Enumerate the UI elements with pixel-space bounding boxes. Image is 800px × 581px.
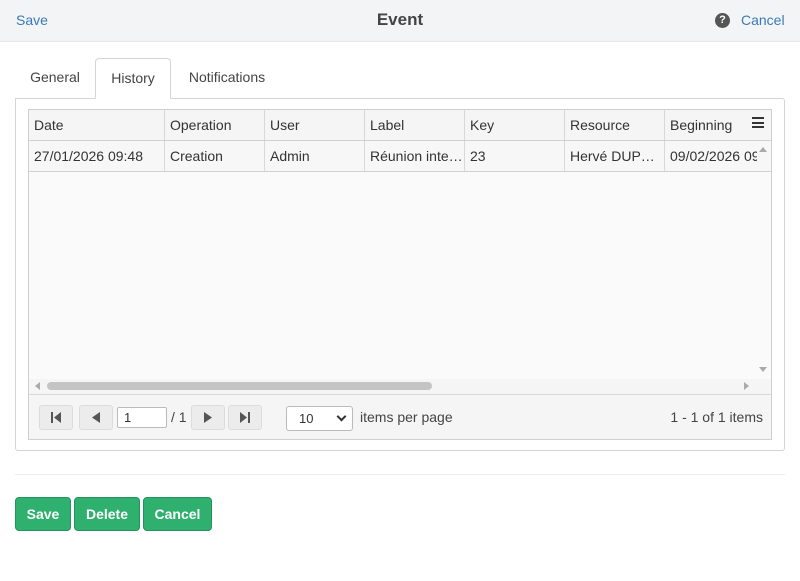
page-number-input[interactable] [117,407,167,428]
chevron-down-icon [336,411,347,422]
first-page-icon [51,412,61,423]
grid-header: Date Operation User Label Key Resource B… [29,110,771,141]
column-header-date[interactable]: Date [29,110,165,140]
first-page-button[interactable] [39,405,73,430]
previous-page-icon [92,412,100,423]
help-icon[interactable]: ? [715,13,730,28]
cell-key: 23 [465,141,565,171]
column-header-resource[interactable]: Resource [565,110,665,140]
scroll-left-arrow-icon[interactable] [35,382,40,390]
cell-resource: Hervé DUPONT [565,141,665,171]
cell-operation: Creation [165,141,265,171]
next-page-icon [204,412,212,423]
last-page-button[interactable] [228,405,262,430]
scroll-down-arrow-icon[interactable] [759,367,767,372]
items-per-page-label: items per page [360,409,453,425]
history-grid: Date Operation User Label Key Resource B… [28,109,772,440]
header-save-link[interactable]: Save [16,12,48,28]
save-button[interactable]: Save [15,497,71,531]
column-header-label[interactable]: Label [365,110,465,140]
table-row[interactable]: 27/01/2026 09:48 Creation Admin Réunion … [29,141,771,172]
tab-history[interactable]: History [95,58,171,99]
last-page-icon [240,412,250,423]
items-per-page-value: 10 [299,411,314,426]
column-menu-icon[interactable] [752,117,766,133]
page-total: / 1 [171,409,187,425]
cell-beginning: 09/02/2026 09:00 [670,148,757,164]
cell-label: Réunion interne [365,141,465,171]
header-cancel-link[interactable]: Cancel [741,12,785,28]
column-header-user[interactable]: User [265,110,365,140]
tab-general[interactable]: General [15,58,95,99]
page-title: Event [376,10,424,29]
scroll-right-arrow-icon[interactable] [744,382,749,390]
divider [15,474,785,475]
items-per-page-select[interactable]: 10 [286,406,353,431]
cell-user: Admin [265,141,365,171]
pager: / 1 10 items per page 1 - 1 of 1 items [29,394,771,439]
tab-notifications[interactable]: Notifications [171,58,283,99]
cell-date: 27/01/2026 09:48 [29,141,165,171]
delete-button[interactable]: Delete [74,497,140,531]
cancel-button[interactable]: Cancel [143,497,212,531]
top-bar: Save Event ? Cancel [0,0,800,42]
items-summary: 1 - 1 of 1 items [670,409,763,425]
column-header-operation[interactable]: Operation [165,110,265,140]
scroll-up-arrow-icon[interactable] [759,147,767,152]
previous-page-button[interactable] [79,405,113,430]
column-header-key[interactable]: Key [465,110,565,140]
horizontal-scrollbar[interactable] [29,379,771,394]
horizontal-scroll-thumb[interactable] [47,382,432,390]
next-page-button[interactable] [191,405,225,430]
